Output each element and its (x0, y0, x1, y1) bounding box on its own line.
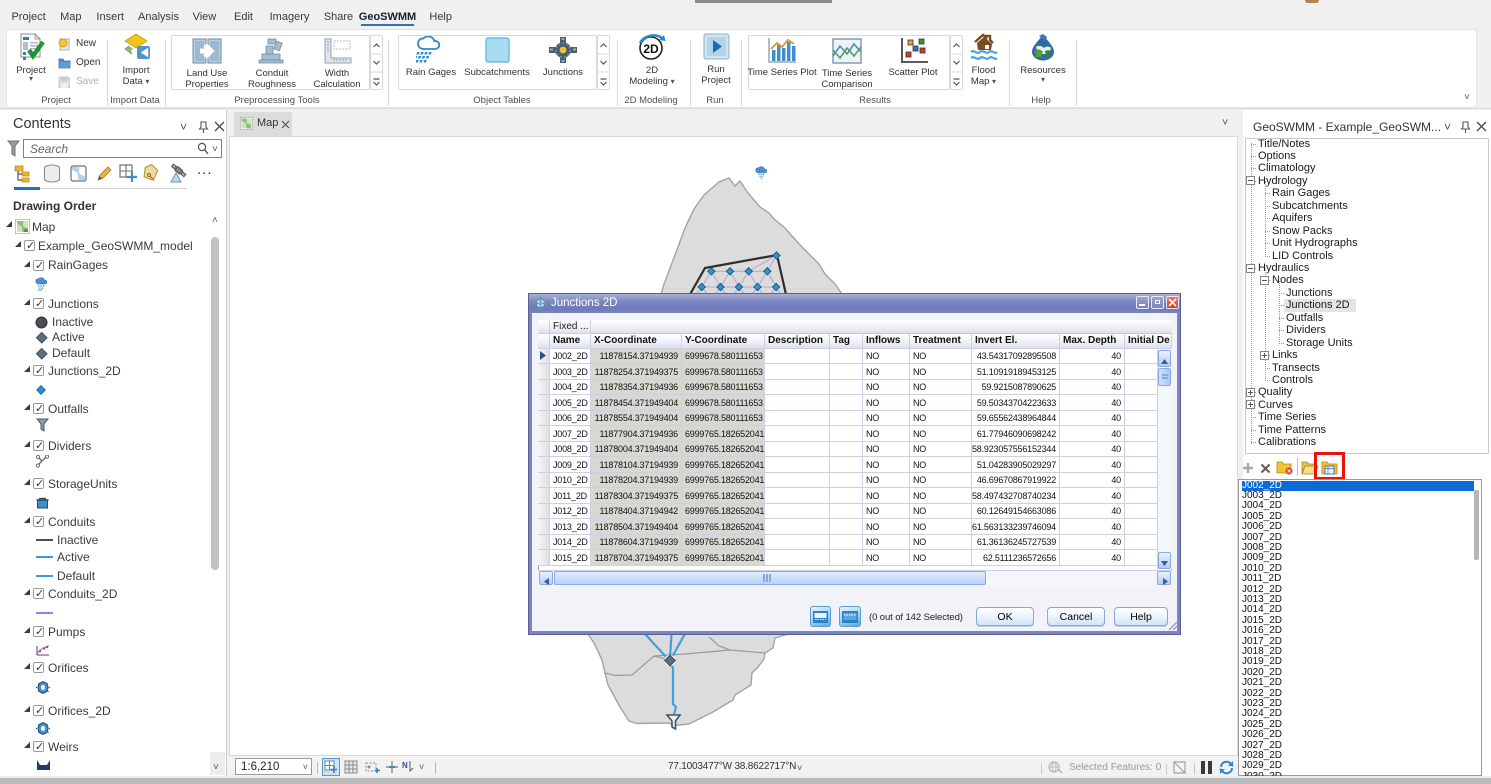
svg-text:N: N (402, 761, 408, 770)
svg-text:2D: 2D (643, 42, 659, 56)
